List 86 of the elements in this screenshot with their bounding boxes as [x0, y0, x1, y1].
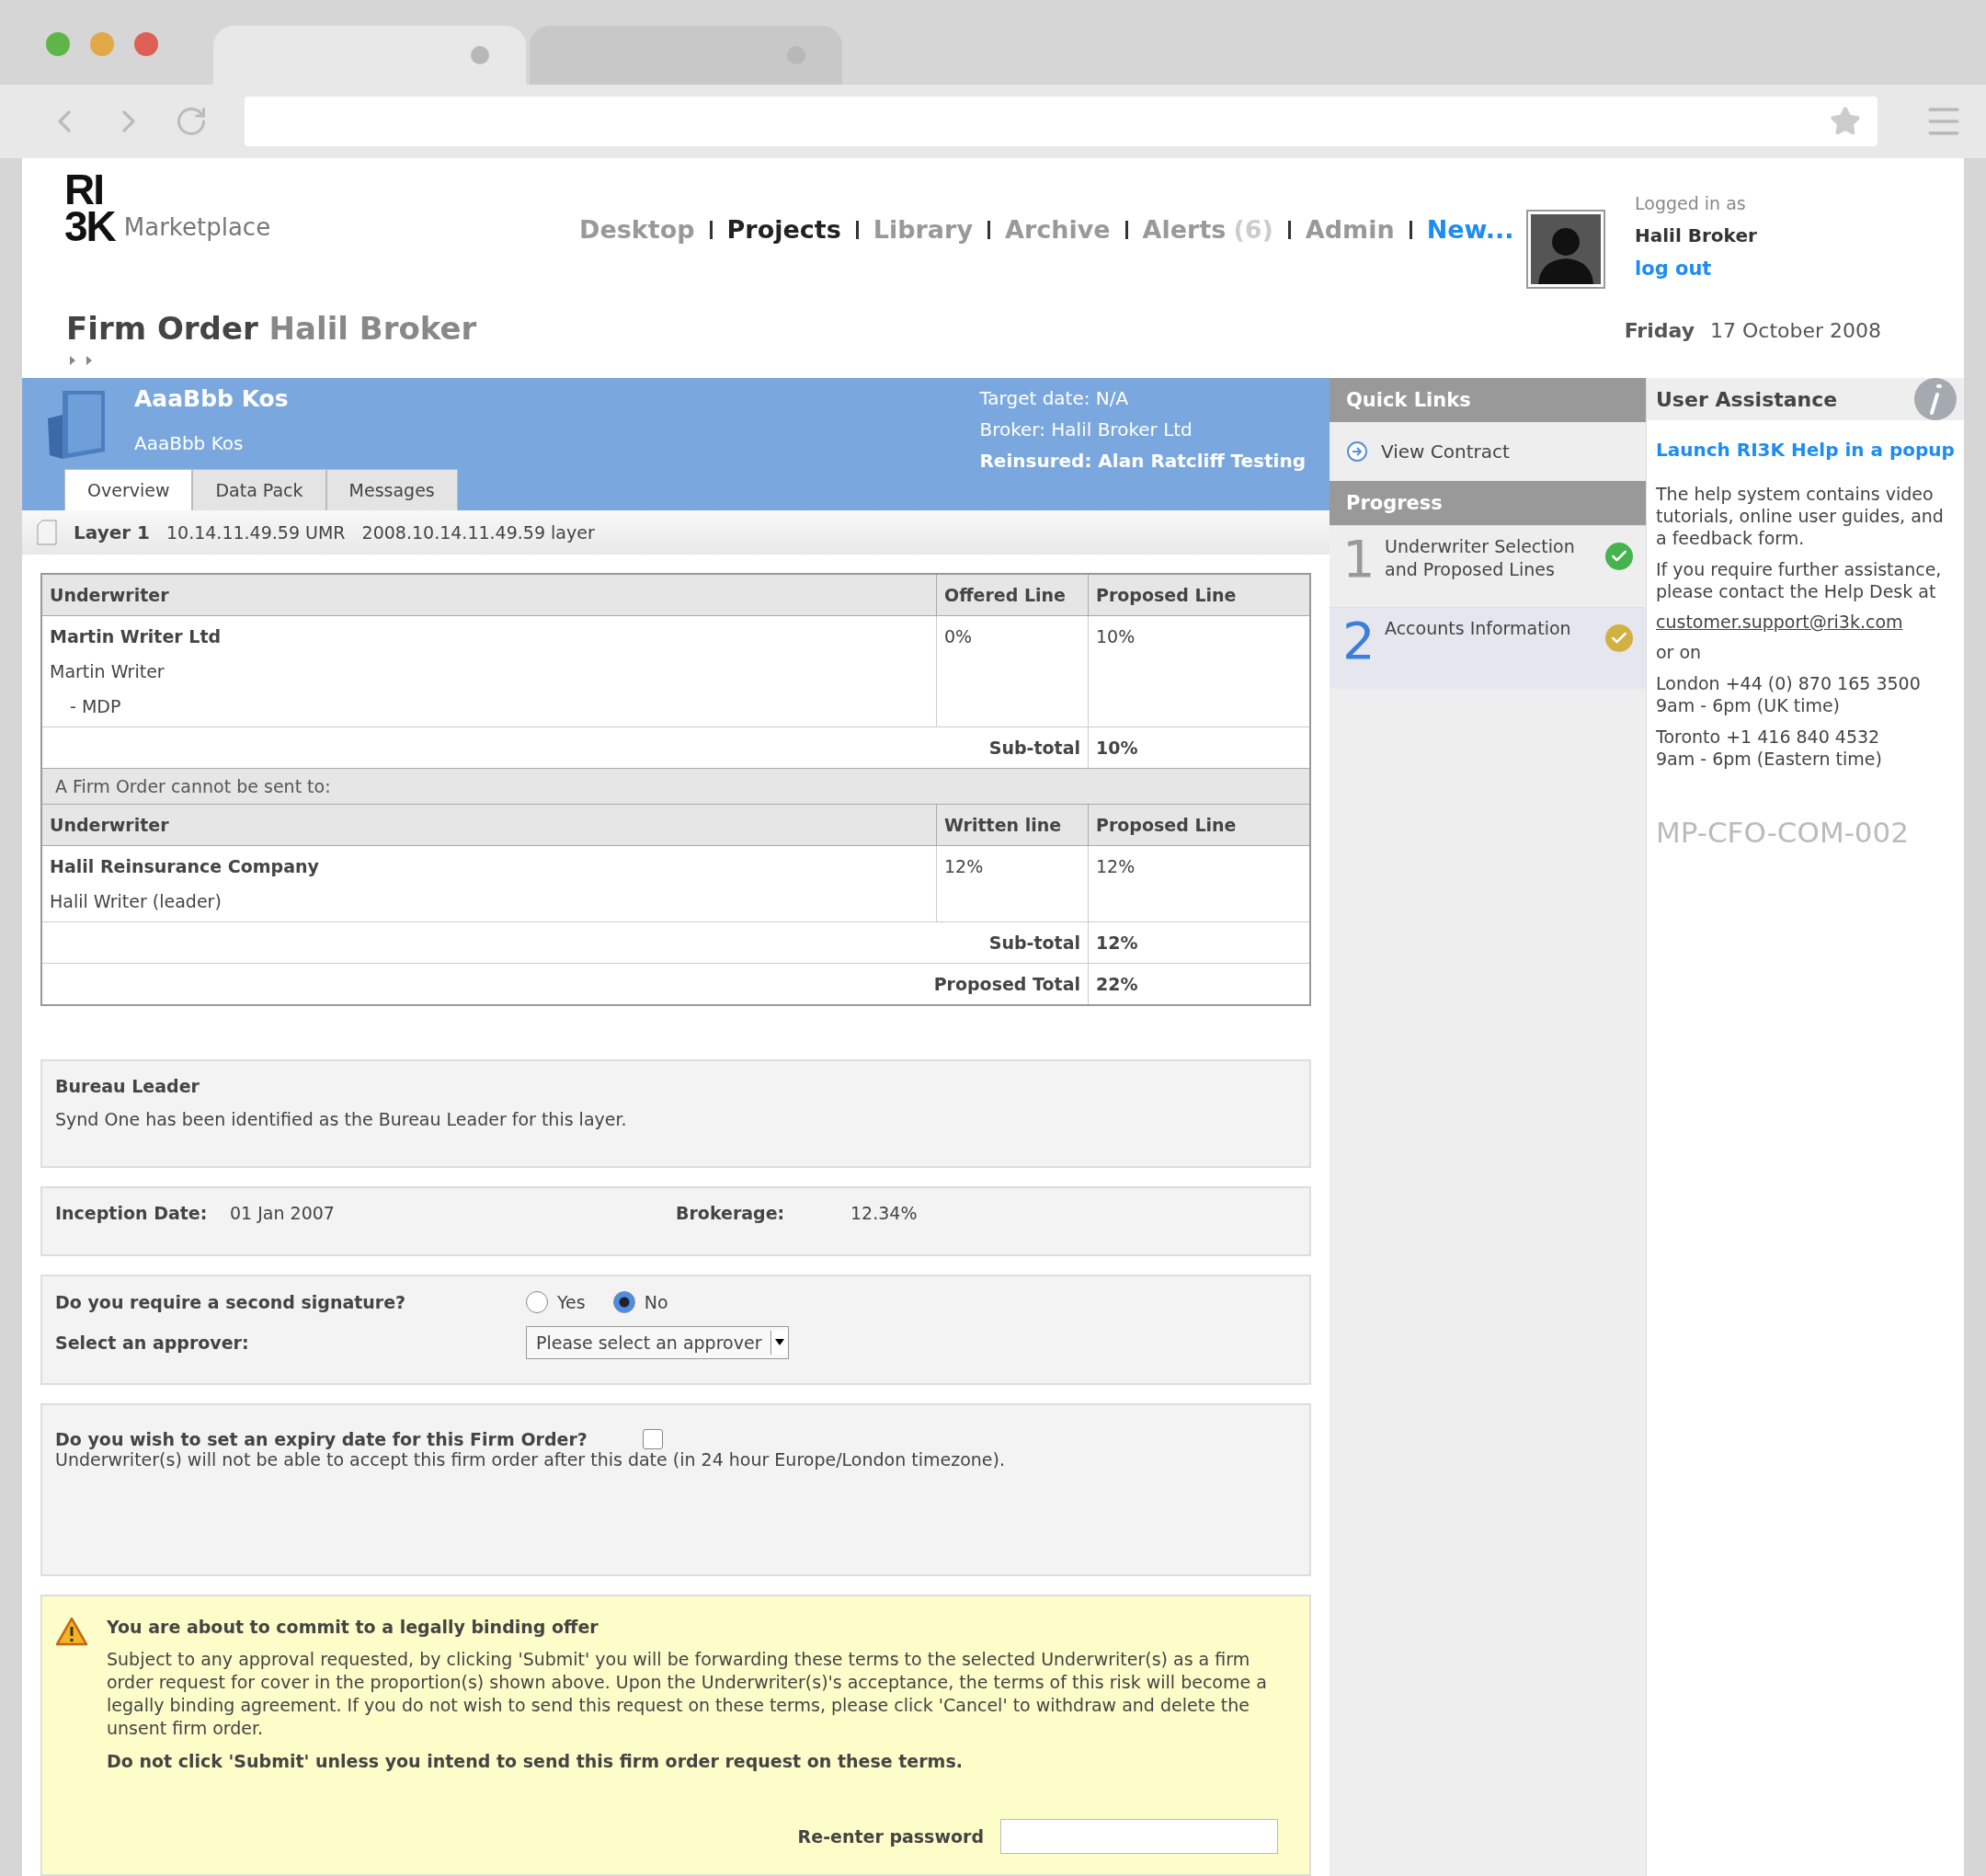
window-control-icon[interactable]	[46, 32, 70, 56]
section-title: Bureau Leader	[55, 1076, 200, 1096]
expiry-checkbox[interactable]	[642, 1429, 663, 1449]
subtotal-label: Sub-total	[41, 921, 1089, 964]
underwriter-detail: Halil Writer (leader)	[50, 891, 223, 911]
project-title: AaaBbb Kos	[134, 385, 289, 412]
project-meta: Broker: Halil Broker Ltd	[979, 418, 1193, 440]
tab[interactable]: Messages	[325, 469, 458, 510]
address-bar[interactable]	[245, 97, 1878, 146]
underwriter-name: Halil Reinsurance Company	[50, 856, 320, 876]
underwriter-name: Martin Writer Ltd	[50, 626, 223, 646]
help-text: or on	[1656, 641, 1703, 663]
contact-line: Toronto +1 416 840 4532	[1656, 726, 1881, 748]
document-icon	[37, 520, 57, 545]
underwriter-detail: - MDP	[69, 696, 122, 716]
logo-subtitle: Marketplace	[123, 213, 271, 241]
password-label: Re-enter password	[797, 1826, 984, 1847]
column-header: Offered Line	[936, 574, 1089, 616]
table-cell: 10%	[1088, 615, 1310, 727]
question-text: Do you require a second signature?	[55, 1292, 407, 1312]
bureau-text: Synd One has been identified as the Bureau Leader for this layer.	[55, 1109, 628, 1129]
contact-line: 9am - 6pm (UK time)	[1656, 694, 1842, 716]
tab[interactable]: Data Pack	[192, 469, 326, 510]
window-control-icon[interactable]	[90, 32, 114, 56]
user-name: Halil Broker	[1635, 224, 1757, 246]
layer-umr: 10.14.11.49.59 UMR	[166, 522, 346, 543]
bookmark-star-icon[interactable]	[1830, 106, 1861, 137]
window-control-icon[interactable]	[134, 32, 158, 56]
panel-header: User Assistance	[1656, 387, 1838, 411]
warning-emphasis: Do not click 'Submit' unless you intend to send this firm order request on these terms.	[107, 1751, 964, 1771]
email-link[interactable]: customer.support@ri3k.com	[1656, 612, 1955, 632]
date-text: 17 October 2008	[1710, 318, 1881, 342]
table-cell: 12%	[936, 845, 1089, 922]
page-code: MP-CFO-COM-002	[1656, 816, 1911, 849]
question-text: Do you wish to set an expiry date for this Firm Order?	[55, 1429, 588, 1449]
radio-option[interactable]: No	[612, 1291, 668, 1313]
contact-line: London +44 (0) 870 165 3500	[1656, 672, 1922, 694]
panel-header: Progress	[1330, 481, 1646, 525]
browser-tab[interactable]	[530, 26, 842, 85]
subtotal-value: 22%	[1088, 963, 1310, 1005]
reload-icon[interactable]	[175, 105, 208, 138]
layer-reference: 2008.10.14.11.49.59 layer	[361, 522, 595, 543]
warning-icon	[55, 1617, 88, 1646]
column-header: Proposed Line	[1088, 804, 1310, 846]
column-header: Underwriter	[41, 574, 937, 616]
column-header: Proposed Line	[1088, 574, 1310, 616]
tab-dot-icon	[471, 46, 489, 64]
contact-line: 9am - 6pm (Eastern time)	[1656, 748, 1883, 770]
term-label: Inception Date:	[55, 1203, 209, 1223]
tab[interactable]: Overview	[64, 469, 193, 510]
help-text: If you require further assistance, please contact the Help Desk at	[1656, 558, 1943, 602]
excluded-note: A Firm Order cannot be sent to:	[41, 768, 1310, 805]
layer-name: Layer 1	[74, 521, 150, 543]
info-icon	[1914, 378, 1957, 420]
logo-text: RI	[64, 171, 103, 208]
term-value: 01 Jan 2007	[230, 1203, 336, 1223]
project-subtitle: AaaBbb Kos	[134, 432, 245, 454]
subtotal-label: Proposed Total	[41, 963, 1089, 1005]
warning-text: Subject to any approval requested, by clicking 'Submit' you will be forwarding these terms to the selected Underwriter(s) as a firm order request for cover in the proportion(s) shown above. Upon the Underwriter(s)'s acceptance, the terms of this risk will become a legally binding agreement. If you do not wish to send this request on these terms, please click 'Cancel' to withdraw and delete the unsent firm order.	[107, 1648, 1268, 1740]
logged-in-caption: Logged in as	[1635, 193, 1747, 213]
term-value: 12.34%	[850, 1203, 918, 1223]
browser-tab[interactable]	[213, 26, 526, 85]
table-cell: 12%	[1088, 845, 1310, 922]
expiry-note: Underwriter(s) will not be able to accept this firm order after this date (in 24 hour Europe/London timezone).	[55, 1449, 1006, 1470]
password-field[interactable]	[1000, 1819, 1278, 1854]
approver-select[interactable]: Please select an approver	[526, 1326, 790, 1359]
column-header: Written line	[936, 804, 1089, 846]
underwriter-detail: Martin Writer	[50, 661, 166, 681]
logo-text: 3K	[64, 208, 115, 245]
nav-link[interactable]: Projects	[726, 215, 841, 244]
caret-icon	[775, 1339, 785, 1346]
quick-link[interactable]: View Contract	[1330, 422, 1646, 481]
panel-header: Quick Links	[1330, 378, 1646, 422]
project-meta: Target date: N/A	[979, 387, 1130, 409]
page-title: Firm Order Halil Broker	[66, 309, 477, 347]
help-text: The help system contains video tutorials, online user guides, and a feedback form.	[1656, 483, 1945, 549]
column-header: Underwriter	[41, 804, 937, 846]
radio-option[interactable]: Yes	[526, 1291, 586, 1313]
approver-label: Select an approver:	[55, 1333, 250, 1353]
warning-title: You are about to commit to a legally binding offer	[107, 1617, 599, 1637]
term-label: Brokerage:	[676, 1203, 786, 1223]
arrow-circle-icon	[1346, 440, 1368, 463]
date-day: Friday	[1624, 318, 1695, 342]
table-cell: 0%	[936, 615, 1089, 727]
subtotal-value: 12%	[1088, 921, 1310, 964]
reinsured-text: Reinsured: Alan Ratcliff Testing	[979, 450, 1306, 472]
